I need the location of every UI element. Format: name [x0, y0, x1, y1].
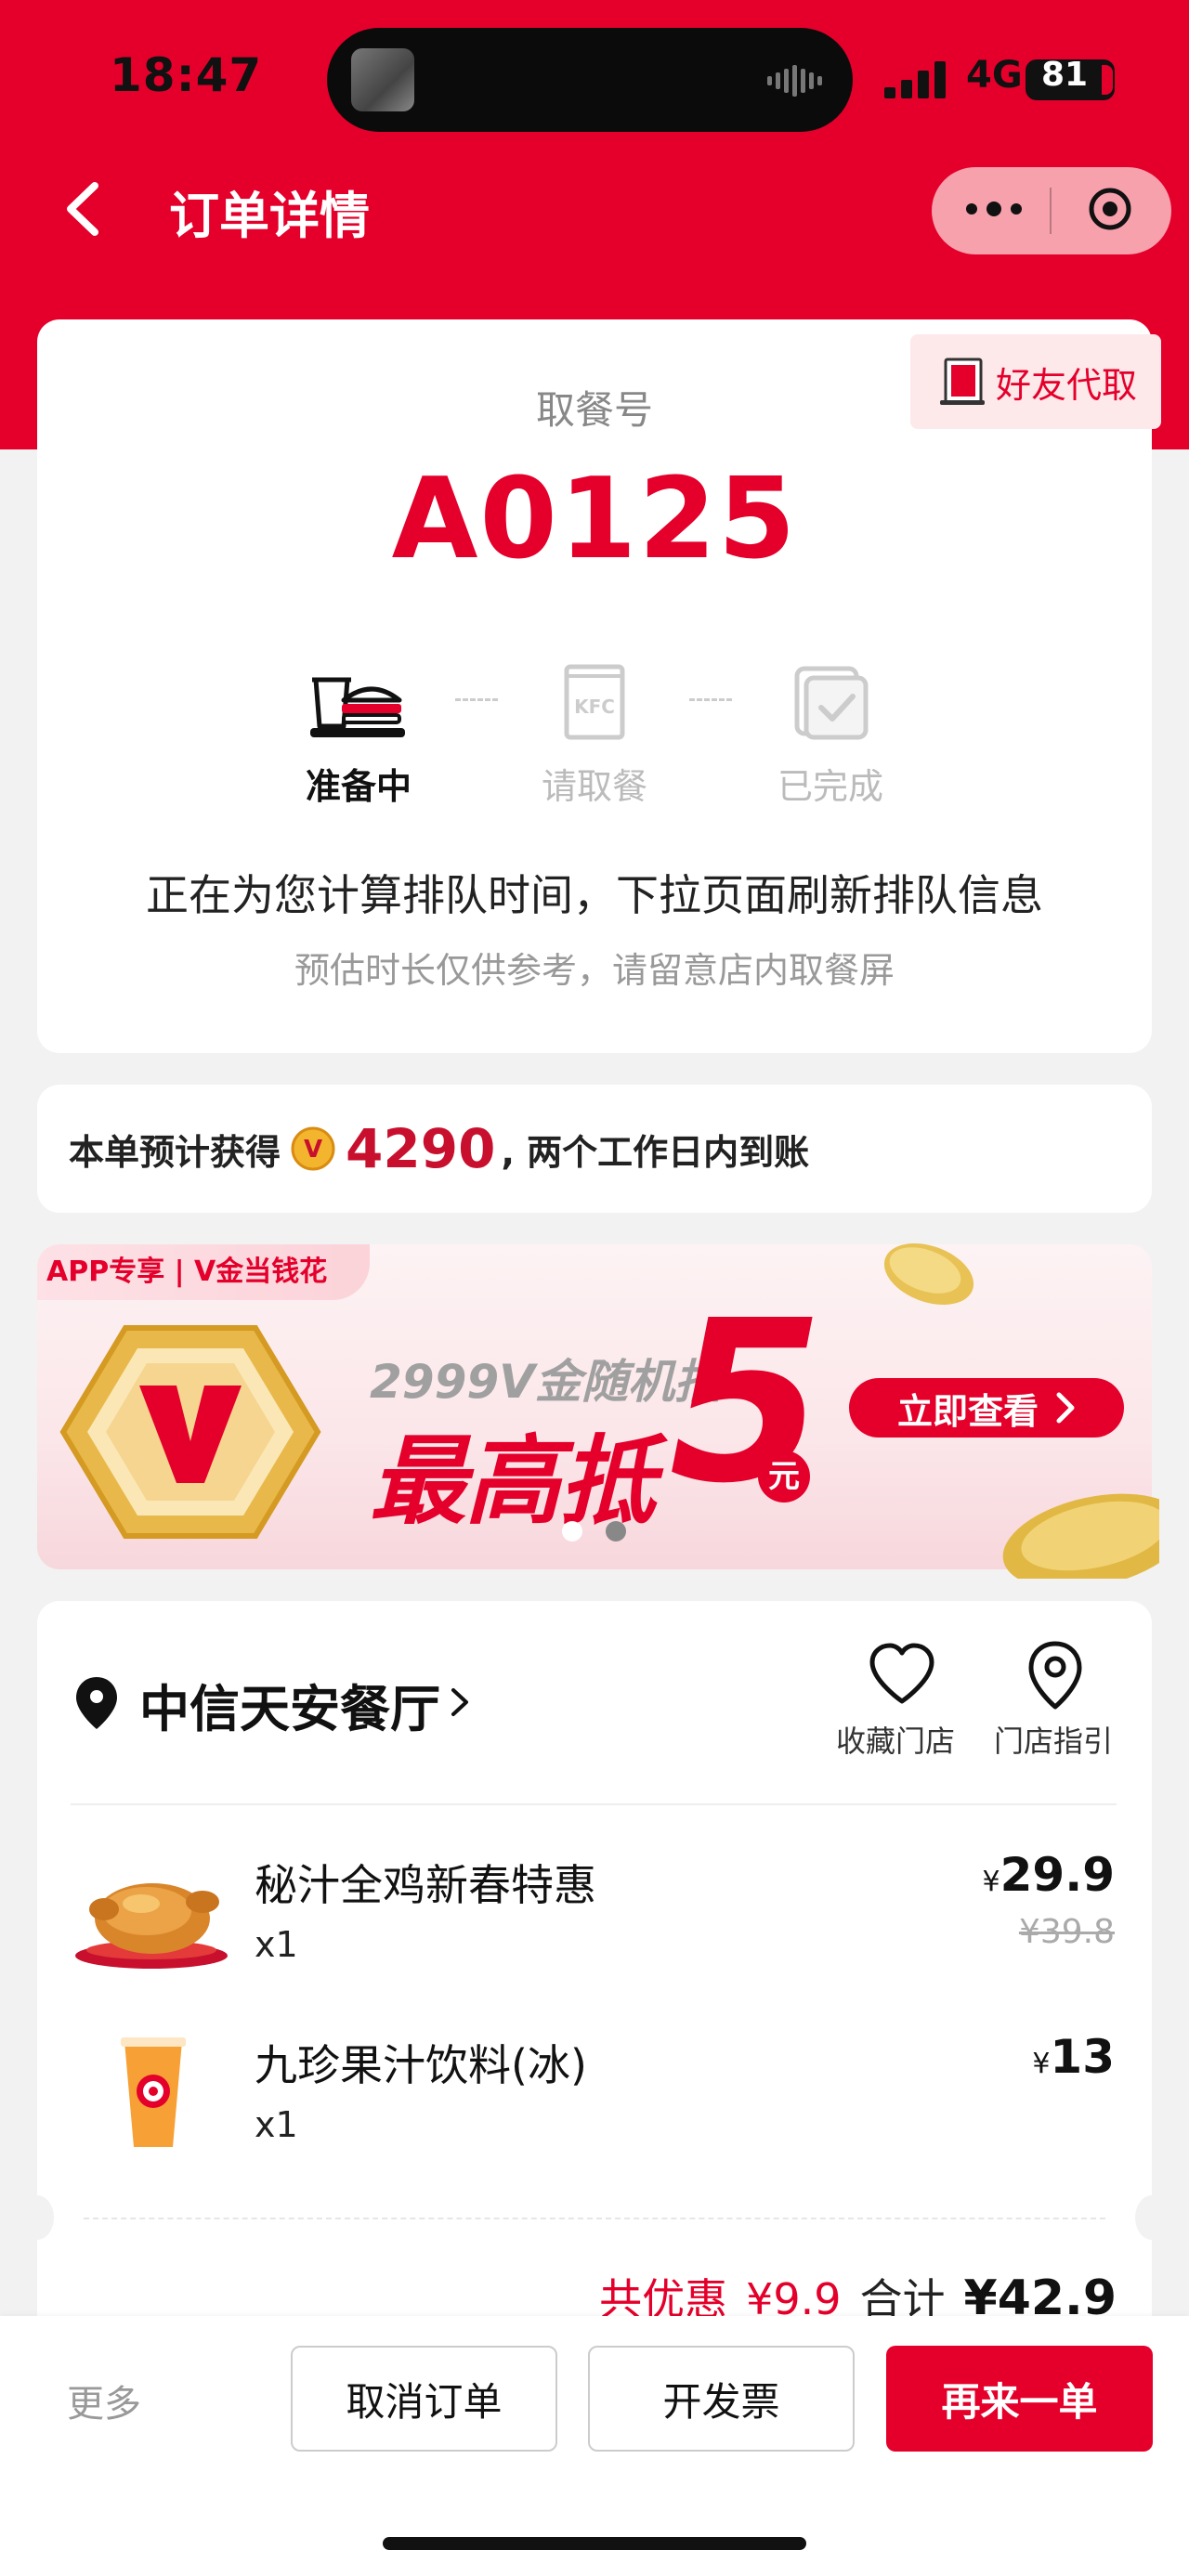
- heart-icon[interactable]: [868, 1642, 936, 1707]
- store-guide-label[interactable]: 门店指引: [994, 1718, 1113, 1761]
- item-quantity: x1: [255, 1924, 298, 1965]
- points-info: 本单预计获得 V 4290 , 两个工作日内到账: [69, 1116, 809, 1181]
- juice-cup-image: [121, 2037, 186, 2147]
- roast-chicken-image: [75, 1883, 228, 1969]
- completed-check-icon: [794, 666, 869, 740]
- item-name: 九珍果汁饮料(冰): [255, 2040, 587, 2090]
- store-guide-pin-icon[interactable]: [1026, 1640, 1085, 1711]
- gold-coin-decoration: [883, 1243, 974, 1305]
- gold-coin-decoration: [1002, 1493, 1159, 1579]
- media-thumbnail: [351, 48, 414, 111]
- capsule-divider: [1050, 188, 1052, 234]
- pickup-number: A0125: [391, 455, 798, 584]
- currency-symbol: ¥: [982, 1866, 1000, 1898]
- invoice-button[interactable]: 开发票: [588, 2346, 855, 2452]
- banner-tag: APP专享 | V金当钱花: [37, 1244, 371, 1300]
- more-button[interactable]: 更多: [67, 2374, 141, 2427]
- item-original-price: ¥39.8: [1018, 1913, 1115, 1951]
- step-label-completed: 已完成: [777, 766, 883, 807]
- chevron-right-icon[interactable]: [448, 1679, 474, 1725]
- more-dots-icon[interactable]: [957, 186, 1031, 232]
- kfc-bag-icon: KFC: [564, 664, 625, 740]
- item-price-value: 13: [1050, 2030, 1115, 2084]
- item-quantity: x1: [255, 2104, 298, 2145]
- audio-wave-icon: [767, 65, 822, 97]
- signal-icon: [884, 61, 946, 98]
- status-time: 18:47: [110, 48, 263, 102]
- battery-level: 81: [1040, 56, 1089, 94]
- favorite-store-label[interactable]: 收藏门店: [836, 1718, 955, 1761]
- banner-view-button[interactable]: 立即查看: [849, 1378, 1124, 1438]
- divider: [71, 1803, 1117, 1805]
- step-label-pickup: 请取餐: [541, 766, 647, 807]
- banner-unit: 元: [758, 1451, 810, 1503]
- v-coin-icon: V: [291, 1126, 335, 1171]
- ticket-notch: [20, 2195, 54, 2240]
- store-name[interactable]: 中信天安餐厅: [139, 1668, 440, 1741]
- step-label-preparing: 准备中: [305, 766, 412, 807]
- carousel-dot[interactable]: [606, 1521, 626, 1542]
- item-price: ¥13: [1032, 2030, 1115, 2084]
- points-prefix: 本单预计获得: [69, 1131, 281, 1173]
- banner-button-label: 立即查看: [896, 1390, 1039, 1432]
- step-connector: [455, 698, 498, 701]
- points-suffix: , 两个工作日内到账: [501, 1131, 810, 1173]
- chevron-right-icon: [1056, 1392, 1075, 1424]
- svg-text:KFC: KFC: [574, 696, 615, 718]
- home-indicator[interactable]: [383, 2537, 806, 2550]
- item-price-value: 29.9: [1000, 1848, 1115, 1902]
- step-connector: [689, 698, 732, 701]
- svg-text:V: V: [304, 1136, 322, 1164]
- dashed-divider: [84, 2218, 1105, 2219]
- item-price: ¥29.9: [983, 1848, 1115, 1902]
- item-name: 秘汁全鸡新春特惠: [255, 1860, 596, 1910]
- reorder-button[interactable]: 再来一单: [886, 2346, 1153, 2452]
- pickup-number-label: 取餐号: [535, 387, 653, 433]
- currency-symbol: ¥: [1032, 2048, 1051, 2080]
- cancel-order-button[interactable]: 取消订单: [291, 2346, 557, 2452]
- preparing-burger-icon: [310, 677, 405, 737]
- carousel-dot-active[interactable]: [562, 1521, 582, 1542]
- ticket-notch: [1135, 2195, 1169, 2240]
- queue-message: 正在为您计算排队时间，下拉页面刷新排队信息: [146, 870, 1043, 920]
- points-amount: 4290: [346, 1117, 496, 1180]
- v-gold-hexagon-icon: [59, 1325, 321, 1539]
- network-type: 4G: [966, 54, 1023, 97]
- location-pin-icon: [76, 1677, 117, 1729]
- back-arrow-icon[interactable]: [58, 176, 110, 241]
- target-icon[interactable]: [1087, 186, 1133, 232]
- queue-note: 预估时长仅供参考，请留意店内取餐屏: [294, 950, 895, 991]
- page-title: 订单详情: [169, 187, 370, 245]
